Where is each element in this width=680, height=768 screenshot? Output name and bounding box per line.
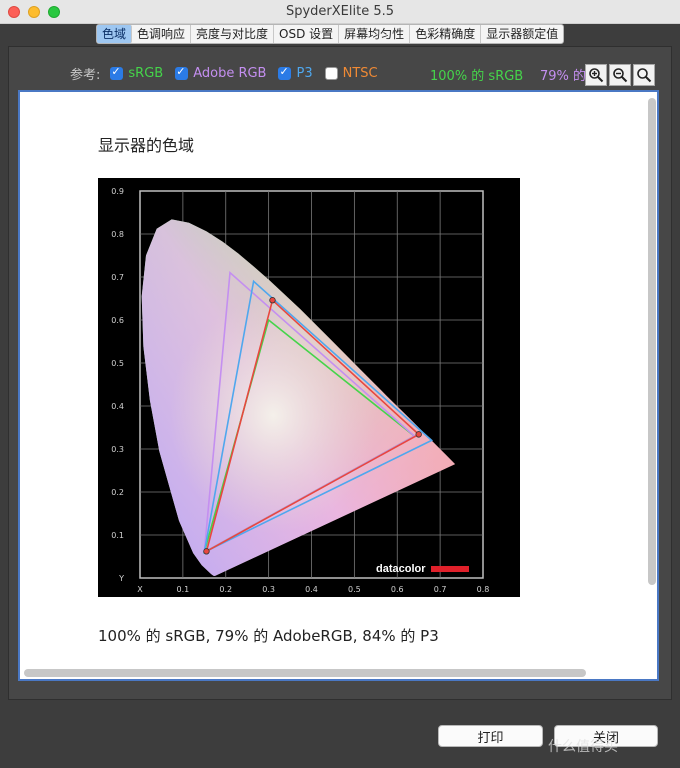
- zoom-out-button[interactable]: [609, 64, 631, 86]
- y-tick-label: 0.2: [111, 488, 124, 497]
- reference-srgb-toggle[interactable]: sRGB: [110, 65, 164, 81]
- adobe-coverage-result: 79% 的: [540, 69, 586, 84]
- zoom-in-button[interactable]: [585, 64, 607, 86]
- x-tick-label: 0.2: [219, 585, 232, 594]
- cie-chart-frame: X 0.1 0.2 0.3 0.4 0.5 0.6 0.7 0.8 0.9 0.8 0.7 0.6 0.5…: [98, 178, 520, 597]
- datacolor-logo-bar: [431, 566, 469, 572]
- x-tick-label: X: [137, 585, 143, 594]
- report-document[interactable]: 显示器的色域 X 0.1 0.2 0.3 0.4 0.5 0.6 0.7 0.8…: [18, 90, 659, 681]
- zoom-out-icon: [613, 68, 628, 83]
- y-tick-label: 0.5: [111, 359, 124, 368]
- adobe-rgb-checkbox[interactable]: [175, 65, 189, 80]
- reference-p3-toggle[interactable]: P3: [278, 65, 313, 81]
- tab-gamut[interactable]: 色域: [97, 25, 133, 43]
- srgb-checkbox[interactable]: [110, 65, 124, 80]
- reference-label: 参考:: [70, 67, 101, 83]
- y-tick-label: 0.1: [111, 531, 124, 540]
- display-primary-point: [415, 431, 422, 438]
- adobe-rgb-label: Adobe RGB: [193, 65, 267, 81]
- srgb-coverage-result: 100% 的 sRGB: [430, 69, 524, 84]
- zoom-fit-icon: [637, 68, 652, 83]
- watermark: 什么值得买: [548, 739, 618, 755]
- tab-tone-response[interactable]: 色调响应: [132, 25, 192, 43]
- reference-ntsc-toggle[interactable]: NTSC: [324, 65, 378, 81]
- x-tick-label: 0.1: [177, 585, 190, 594]
- gamut-heading: 显示器的色域: [98, 136, 195, 155]
- x-tick-label: 0.7: [434, 585, 447, 594]
- window-title: SpyderXElite 5.5: [285, 4, 395, 19]
- print-button[interactable]: 打印: [438, 725, 543, 747]
- ntsc-label: NTSC: [342, 65, 378, 81]
- tab-display-rating[interactable]: 显示器额定值: [481, 25, 563, 43]
- srgb-label: sRGB: [128, 65, 164, 81]
- y-tick-label: Y: [118, 574, 124, 583]
- x-tick-label: 0.6: [391, 585, 404, 594]
- tab-color-accuracy[interactable]: 色彩精确度: [410, 25, 482, 43]
- ntsc-checkbox[interactable]: [324, 66, 338, 80]
- y-tick-label: 0.7: [111, 273, 124, 282]
- horizontal-scrollbar[interactable]: [24, 669, 586, 677]
- tab-uniformity[interactable]: 屏幕均匀性: [339, 25, 411, 43]
- tab-osd-settings[interactable]: OSD 设置: [274, 25, 340, 43]
- zoom-fit-button[interactable]: [633, 64, 655, 86]
- gamut-summary: 100% 的 sRGB, 79% 的 AdobeRGB, 84% 的 P3: [98, 627, 439, 645]
- title-bar: SpyderXElite 5.5: [0, 0, 680, 24]
- zoom-in-icon: [589, 68, 604, 83]
- tab-bar: 色域 色调响应 亮度与对比度 OSD 设置 屏幕均匀性 色彩精确度 显示器额定值: [96, 24, 565, 44]
- reference-adobe-toggle[interactable]: Adobe RGB: [175, 65, 267, 81]
- display-primary-point: [269, 297, 276, 304]
- reference-bar: 参考: sRGB Adobe RGB P3 NTSC: [70, 64, 390, 83]
- cie-gamut-chart: X 0.1 0.2 0.3 0.4 0.5 0.6 0.7 0.8 0.9 0.8 0.7 0.6 0.5…: [111, 187, 490, 594]
- spectral-locus-highlight: [141, 219, 456, 576]
- y-tick-label: 0.6: [111, 316, 124, 325]
- x-tick-label: 0.8: [477, 585, 490, 594]
- y-tick-label: 0.8: [111, 230, 124, 239]
- p3-checkbox[interactable]: [278, 65, 292, 80]
- y-tick-label: 0.4: [111, 402, 124, 411]
- tab-brightness-contrast[interactable]: 亮度与对比度: [191, 25, 275, 43]
- display-primary-point: [203, 548, 210, 555]
- x-tick-label: 0.3: [262, 585, 275, 594]
- x-tick-label: 0.5: [348, 585, 361, 594]
- datacolor-logo: datacolor: [376, 563, 426, 575]
- vertical-scrollbar[interactable]: [648, 98, 656, 585]
- x-tick-label: 0.4: [305, 585, 318, 594]
- p3-label: P3: [296, 65, 313, 81]
- y-tick-label: 0.9: [111, 187, 124, 196]
- y-tick-label: 0.3: [111, 445, 124, 454]
